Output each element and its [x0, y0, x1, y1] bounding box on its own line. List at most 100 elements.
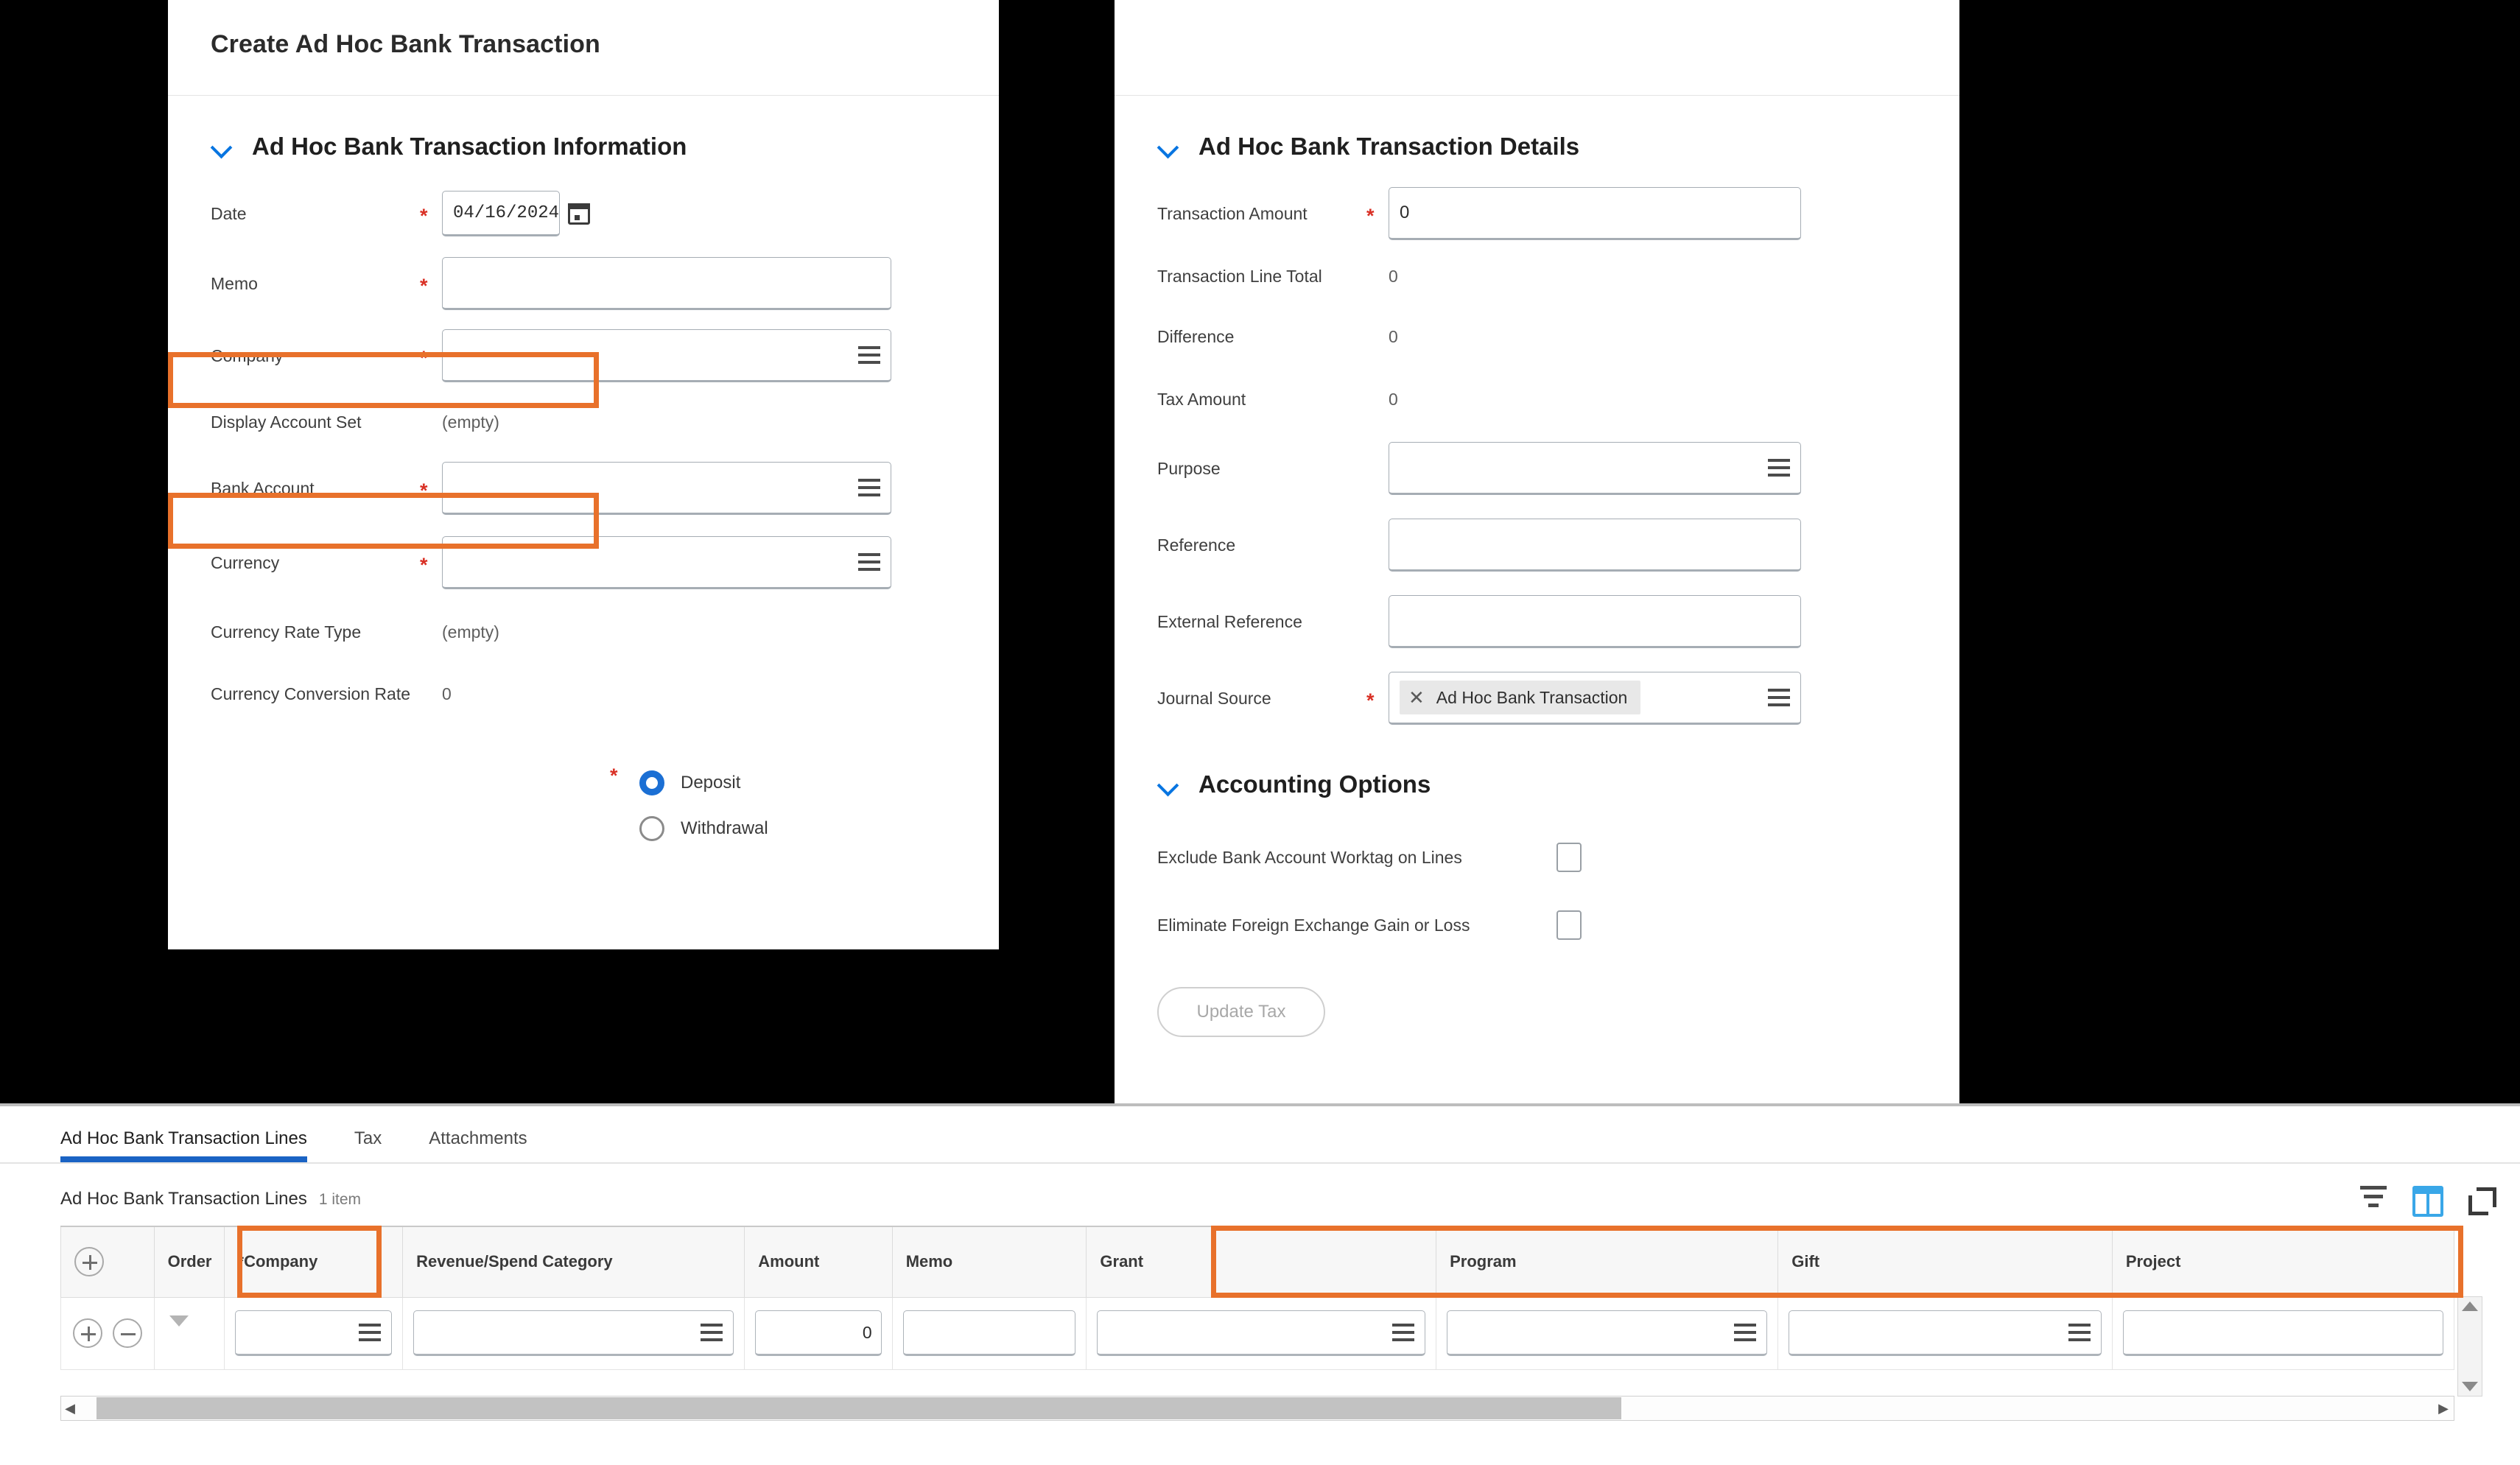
- company-cell-input[interactable]: [234, 1310, 393, 1356]
- prompt-list-icon[interactable]: [2068, 1324, 2091, 1341]
- tax-amount-value: 0: [1389, 389, 1398, 409]
- bank-account-input[interactable]: [442, 462, 891, 515]
- exclude-worktag-checkbox[interactable]: [1556, 843, 1582, 872]
- close-icon[interactable]: ✕: [1408, 688, 1425, 707]
- field-row-bank-account: Bank Account *: [168, 452, 999, 524]
- project-cell-input[interactable]: [2122, 1310, 2443, 1356]
- reference-input[interactable]: [1389, 519, 1801, 572]
- column-header-amount[interactable]: Amount: [744, 1226, 893, 1298]
- revenue-spend-category-cell-input[interactable]: [413, 1310, 734, 1356]
- required-indicator: *: [610, 765, 618, 787]
- currency-input[interactable]: [442, 536, 891, 589]
- program-cell-input[interactable]: [1447, 1310, 1768, 1356]
- tab-tax[interactable]: Tax: [354, 1128, 382, 1162]
- column-header-memo[interactable]: Memo: [891, 1226, 1087, 1298]
- filter-icon[interactable]: [2358, 1186, 2389, 1217]
- right-panel-title-bar: [1115, 0, 1959, 96]
- company-input[interactable]: [442, 329, 891, 382]
- prompt-list-icon[interactable]: [1734, 1324, 1757, 1341]
- transaction-line-total-label: Transaction Line Total: [1157, 266, 1322, 286]
- section-header-transaction-details[interactable]: Ad Hoc Bank Transaction Details: [1115, 96, 1959, 161]
- grant-cell-input[interactable]: [1097, 1310, 1426, 1356]
- column-header-project[interactable]: Project: [2111, 1226, 2455, 1298]
- prompt-list-icon[interactable]: [858, 346, 880, 364]
- field-row-purpose: Purpose: [1115, 430, 1959, 507]
- memo-input[interactable]: [442, 257, 891, 310]
- radio-withdrawal-icon[interactable]: [639, 816, 664, 841]
- purpose-input[interactable]: [1389, 442, 1801, 495]
- amount-cell-input[interactable]: 0: [755, 1310, 882, 1356]
- radio-option-deposit[interactable]: Deposit: [639, 760, 999, 806]
- remove-row-icon[interactable]: [112, 1318, 142, 1348]
- update-tax-button[interactable]: Update Tax: [1157, 987, 1325, 1037]
- transaction-amount-value: 0: [1400, 203, 1410, 222]
- section-header-accounting-options[interactable]: Accounting Options: [1115, 737, 1959, 798]
- chevron-down-icon[interactable]: [1157, 773, 1179, 795]
- scroll-left-arrow-icon[interactable]: ◀: [61, 1402, 79, 1415]
- grid-title: Ad Hoc Bank Transaction Lines: [60, 1189, 307, 1209]
- currency-rate-type-value: (empty): [442, 622, 499, 642]
- required-indicator: *: [1366, 689, 1375, 712]
- external-reference-input[interactable]: [1389, 595, 1801, 648]
- scroll-up-arrow-icon[interactable]: [2462, 1301, 2478, 1311]
- journal-source-input[interactable]: ✕ Ad Hoc Bank Transaction: [1389, 672, 1801, 725]
- prompt-list-icon[interactable]: [858, 479, 880, 496]
- calendar-icon[interactable]: [568, 201, 591, 225]
- tab-ad-hoc-bank-transaction-lines[interactable]: Ad Hoc Bank Transaction Lines: [60, 1128, 307, 1162]
- prompt-list-icon[interactable]: [359, 1324, 382, 1341]
- amount-cell-value: 0: [862, 1322, 872, 1342]
- external-reference-label: External Reference: [1157, 611, 1302, 631]
- transaction-amount-input[interactable]: 0: [1389, 187, 1801, 240]
- table-row: 0: [60, 1296, 2455, 1370]
- exclude-worktag-label: Exclude Bank Account Worktag on Lines: [1157, 847, 1462, 867]
- journal-source-token[interactable]: ✕ Ad Hoc Bank Transaction: [1400, 681, 1641, 714]
- prompt-list-icon[interactable]: [1768, 689, 1790, 706]
- scroll-down-arrow-icon[interactable]: [2462, 1382, 2478, 1391]
- cell-amount: 0: [744, 1296, 893, 1370]
- column-header-gift[interactable]: Gift: [1777, 1226, 2113, 1298]
- column-header-revenue-spend-category[interactable]: Revenue/Spend Category: [402, 1226, 745, 1298]
- gift-cell-input[interactable]: [1789, 1310, 2102, 1356]
- currency-rate-type-label: Currency Rate Type: [211, 622, 362, 642]
- page-title: Create Ad Hoc Bank Transaction: [211, 30, 600, 58]
- difference-label: Difference: [1157, 326, 1235, 346]
- prompt-list-icon[interactable]: [701, 1324, 723, 1341]
- field-row-journal-source: Journal Source * ✕ Ad Hoc Bank Transacti…: [1115, 660, 1959, 737]
- radio-deposit-icon[interactable]: [639, 770, 664, 795]
- chevron-down-icon[interactable]: [211, 136, 233, 158]
- column-header-company[interactable]: *Company: [223, 1226, 404, 1298]
- tab-attachments[interactable]: Attachments: [429, 1128, 527, 1162]
- required-indicator: *: [420, 479, 428, 502]
- cell-project: [2111, 1296, 2455, 1370]
- chevron-down-icon[interactable]: [1157, 136, 1179, 158]
- column-header-grant[interactable]: Grant: [1086, 1226, 1437, 1298]
- prompt-list-icon[interactable]: [1392, 1324, 1415, 1341]
- column-header-order[interactable]: Order: [153, 1226, 225, 1298]
- field-row-external-reference: External Reference: [1115, 583, 1959, 660]
- date-label: Date: [211, 203, 247, 223]
- horizontal-scrollbar-thumb[interactable]: [96, 1397, 1621, 1419]
- expand-icon[interactable]: [2467, 1186, 2498, 1217]
- reference-label: Reference: [1157, 535, 1236, 555]
- prompt-list-icon[interactable]: [858, 553, 880, 571]
- eliminate-fx-checkbox[interactable]: [1556, 910, 1582, 940]
- screen-root: Create Ad Hoc Bank Transaction Ad Hoc Ba…: [0, 0, 2520, 1465]
- radio-option-withdrawal[interactable]: Withdrawal: [639, 806, 999, 851]
- required-indicator: *: [1366, 204, 1375, 227]
- date-input[interactable]: 04/16/2024: [442, 191, 591, 236]
- cell-grant: [1086, 1296, 1437, 1370]
- prompt-list-icon[interactable]: [1768, 459, 1790, 477]
- chevron-down-icon[interactable]: [169, 1315, 189, 1339]
- section-header-transaction-information[interactable]: Ad Hoc Bank Transaction Information: [168, 96, 999, 161]
- add-row-icon[interactable]: [74, 1247, 104, 1277]
- memo-cell-input[interactable]: [902, 1310, 1076, 1356]
- scroll-right-arrow-icon[interactable]: ▶: [2435, 1402, 2452, 1415]
- grid-toolbar: [2358, 1186, 2498, 1217]
- column-view-icon[interactable]: [2412, 1186, 2443, 1217]
- vertical-scrollbar[interactable]: [2457, 1296, 2482, 1397]
- column-header-program[interactable]: Program: [1436, 1226, 1779, 1298]
- cell-order[interactable]: [153, 1296, 225, 1370]
- horizontal-scrollbar[interactable]: ◀ ▶: [60, 1396, 2454, 1421]
- add-row-icon[interactable]: [72, 1318, 102, 1348]
- tab-bar: Ad Hoc Bank Transaction Lines Tax Attach…: [0, 1106, 2520, 1164]
